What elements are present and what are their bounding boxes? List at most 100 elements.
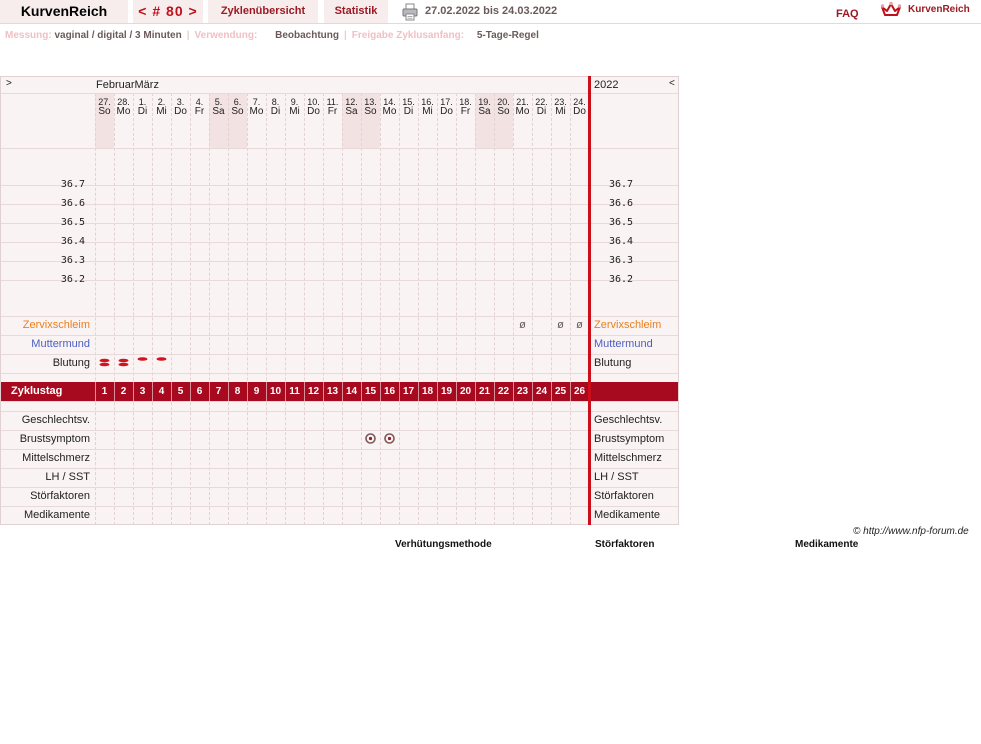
- day-gridline: [513, 93, 514, 525]
- cycle-day-number: 26: [573, 386, 586, 397]
- band-separator: [532, 382, 533, 401]
- day-gridline: [266, 93, 267, 525]
- day-weekday: Do: [307, 106, 320, 117]
- release-label: Freigabe Zyklusanfang:: [351, 30, 465, 41]
- legend-medication-heading: Medikamente: [795, 539, 859, 550]
- band-separator: [114, 382, 115, 401]
- row-gridline: [1, 335, 678, 336]
- day-weekday: Fr: [460, 106, 471, 117]
- previous-cycle-arrow[interactable]: >: [6, 77, 12, 91]
- month-header: FebruarMärz: [96, 79, 159, 91]
- row-gridline: [1, 280, 678, 281]
- band-separator: [266, 382, 267, 401]
- cycle-day-number: 5: [177, 386, 184, 397]
- day-weekday: Mi: [422, 106, 433, 117]
- day-gridline: [570, 93, 571, 525]
- day-weekday: Sa: [212, 106, 225, 117]
- band-separator: [437, 382, 438, 401]
- row-gridline: [1, 204, 678, 205]
- disturbance-label-right: Störfaktoren: [594, 490, 654, 502]
- cycle-day-number: 22: [497, 386, 510, 397]
- date-range: 27.02.2022 bis 24.03.2022: [425, 5, 558, 17]
- day-gridline: [247, 93, 248, 525]
- day-weekday: Mi: [555, 106, 566, 117]
- row-gridline: [1, 468, 678, 469]
- separator: |: [343, 30, 347, 41]
- cycle-day-band: Zyklustag 1 2 3 4 5 6 7 8 9 10 11 12 13 14 15 16 17 18 19 2…: [1, 382, 678, 401]
- cervical-mucus-dry-mark: ø: [557, 319, 564, 331]
- band-separator: [456, 382, 457, 401]
- cycle-day-number: 7: [215, 386, 222, 397]
- band-separator: [513, 382, 514, 401]
- cycle-day-number: 15: [364, 386, 377, 397]
- day-weekday: So: [98, 106, 111, 117]
- row-gridline: [1, 93, 678, 94]
- lh-label-right: LH / SST: [594, 471, 639, 483]
- legend-contraception-heading: Verhütungsmethode: [395, 539, 492, 550]
- day-gridline: [152, 93, 153, 525]
- bleeding-light-mark: [156, 357, 167, 361]
- separator: |: [186, 30, 190, 41]
- day-gridline: [228, 93, 229, 525]
- temperature-label-right: 36.6: [609, 198, 634, 209]
- faq-link[interactable]: FAQ: [836, 3, 859, 26]
- band-separator: [361, 382, 362, 401]
- cycle-day-number: 1: [101, 386, 108, 397]
- breast-label-left: Brustsymptom: [19, 433, 90, 445]
- row-gridline: [1, 411, 678, 412]
- day-gridline: [399, 93, 400, 525]
- temperature-label-right: 36.5: [609, 217, 634, 228]
- day-gridline: [532, 93, 533, 525]
- day-weekday: Di: [536, 106, 547, 117]
- day-weekday: Di: [270, 106, 281, 117]
- day-weekday: Fr: [327, 106, 338, 117]
- medication-label-right: Medikamente: [594, 509, 661, 521]
- row-gridline: [1, 401, 678, 402]
- cycle-number-nav[interactable]: < # 80 >: [133, 0, 203, 23]
- kurvenreich-crown-icon[interactable]: [880, 1, 902, 19]
- day-gridline: [551, 93, 552, 525]
- band-separator: [171, 382, 172, 401]
- printer-icon[interactable]: [401, 3, 419, 21]
- cervical-mucus-label-left: Zervixschleim: [22, 319, 90, 331]
- breast-symptom-mark: [365, 433, 376, 444]
- band-separator: [228, 382, 229, 401]
- breast-label-right: Brustsymptom: [594, 433, 665, 445]
- row-gridline: [1, 242, 678, 243]
- cycle-day-number: 23: [516, 386, 529, 397]
- next-cycle-arrow[interactable]: <: [669, 77, 675, 91]
- day-gridline: [418, 93, 419, 525]
- cycle-overview-tab[interactable]: Zyklenübersicht: [208, 0, 318, 23]
- band-separator: [570, 382, 571, 401]
- day-weekday: Fr: [194, 106, 205, 117]
- midpain-label-left: Mittelschmerz: [22, 452, 90, 464]
- day-weekday: Mo: [116, 106, 131, 117]
- row-gridline: [1, 261, 678, 262]
- cycle-chart: > FebruarMärz 2022 < 27. So 28. Mo 1. Di 2. Mi 3…: [0, 76, 679, 525]
- row-gridline: [1, 506, 678, 507]
- band-separator: [247, 382, 248, 401]
- row-gridline: [1, 487, 678, 488]
- disturbance-label-left: Störfaktoren: [30, 490, 90, 502]
- band-separator: [551, 382, 552, 401]
- forum-url[interactable]: © http://www.nfp-forum.de: [853, 526, 969, 537]
- day-gridline: [304, 93, 305, 525]
- statistics-tab[interactable]: Statistik: [324, 0, 388, 23]
- app-logo-title[interactable]: KurvenReich: [0, 0, 128, 23]
- cycle-day-number: 6: [196, 386, 203, 397]
- release-value: 5-Tage-Regel: [476, 30, 539, 41]
- cycle-day-number: 12: [307, 386, 320, 397]
- measurement-value: vaginal / digital / 3 Minuten: [54, 30, 182, 41]
- day-gridline: [285, 93, 286, 525]
- temperature-label-right: 36.7: [609, 179, 634, 190]
- cycle-day-number: 24: [535, 386, 548, 397]
- lh-label-left: LH / SST: [45, 471, 90, 483]
- temperature-label-left: 36.4: [60, 236, 85, 247]
- bleeding-strong-mark: [118, 358, 129, 367]
- brand-name[interactable]: KurvenReich: [908, 0, 970, 20]
- cycle-day-number: 9: [253, 386, 260, 397]
- day-weekday: So: [231, 106, 244, 117]
- cycle-day-label: Zyklustag: [11, 385, 63, 397]
- bleeding-label-left: Blutung: [52, 357, 90, 369]
- breast-symptom-mark: [384, 433, 395, 444]
